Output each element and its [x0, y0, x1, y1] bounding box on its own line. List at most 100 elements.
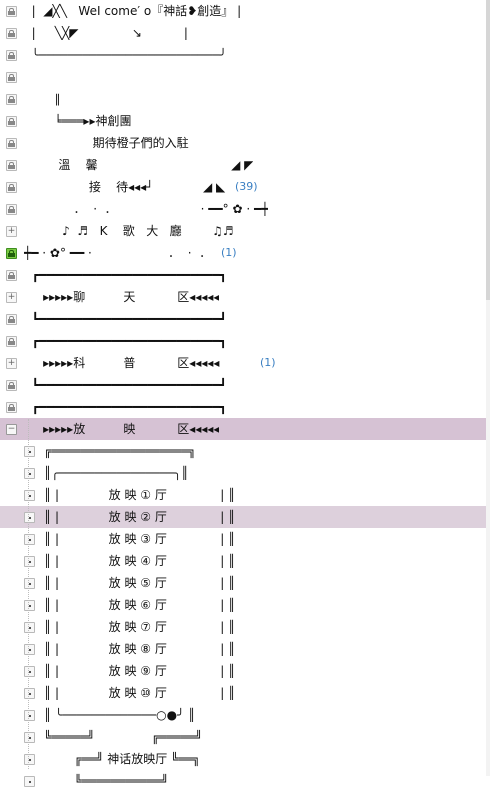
tree-row[interactable]: − ▸▸▸▸▸放 映 区◂◂◂◂◂ — [0, 418, 490, 440]
row-label[interactable]: ╚═══════════╝ — [44, 770, 169, 792]
lock-icon — [6, 72, 17, 83]
reply-count: (1) — [221, 246, 237, 259]
tree-row[interactable]: ┏━━━━━━━━━━━━━━━━━━━━━━━━━┓ — [0, 264, 490, 286]
scrollbar-thumb[interactable] — [486, 0, 490, 300]
leaf-node-icon — [24, 512, 35, 523]
tree-row[interactable]: ╘═══▸▸神創團 — [0, 110, 490, 132]
tree-row[interactable]: ┿━ · ✿° ━━ · ． · ． (1) — [0, 242, 490, 264]
tree-row[interactable]: ╔══╝ 神话放映厅 ╚══╗ — [0, 748, 490, 770]
row-label[interactable]: | ◢╳╲ WeI come′ o『神話❥創造』 | — [24, 0, 242, 22]
tree-row[interactable]: ┏━━━━━━━━━━━━━━━━━━━━━━━━━┓ — [0, 396, 490, 418]
tree-row[interactable]: ║ | 放 映 ② 厅 | ║ — [0, 506, 490, 528]
tree-row[interactable]: ║ ╰─────────────○●╯ ║ — [0, 704, 490, 726]
row-label[interactable]: 期待橙子們的入駐 — [24, 132, 189, 154]
row-label[interactable]: ║ | 放 映 ⑨ 厅 | ║ — [44, 660, 235, 682]
row-label[interactable]: ║ | 放 映 ④ 厅 | ║ — [44, 550, 235, 572]
lock-icon — [6, 160, 17, 171]
lock-icon — [6, 314, 17, 325]
row-label[interactable]: ║╭────────────────╮║ — [44, 462, 189, 484]
row-label[interactable]: ┏━━━━━━━━━━━━━━━━━━━━━━━━━┓ — [24, 330, 227, 352]
row-label[interactable]: ╚═════╝ ╔═════╝ — [44, 726, 202, 748]
tree-row[interactable]: ║ | 放 映 ① 厅 | ║ — [0, 484, 490, 506]
tree-row[interactable] — [0, 66, 490, 88]
lock-icon — [6, 402, 17, 413]
row-label[interactable]: ∥ — [24, 88, 61, 110]
tree-row[interactable]: ╚═══════════╝ — [0, 770, 490, 792]
tree-row[interactable]: ║ | 放 映 ⑤ 厅 | ║ — [0, 572, 490, 594]
tree-row[interactable]: ║╭────────────────╮║ — [0, 462, 490, 484]
leaf-node-icon — [24, 468, 35, 479]
tree-row[interactable]: 溫 馨 ◢ ◤ — [0, 154, 490, 176]
row-label[interactable]: ╘═══▸▸神創團 — [24, 110, 132, 132]
row-label[interactable]: ║ | 放 映 ⑧ 厅 | ║ — [44, 638, 235, 660]
row-label[interactable]: ┗━━━━━━━━━━━━━━━━━━━━━━━━━┛ — [24, 374, 227, 396]
row-label[interactable]: ║ | 放 映 ⑩ 厅 | ║ — [44, 682, 235, 704]
row-label[interactable]: | ╲╳◤ ↘ | — [24, 22, 188, 44]
scrollbar[interactable] — [486, 0, 490, 776]
leaf-node-icon — [24, 688, 35, 699]
tree-row[interactable]: ║ | 放 映 ③ 厅 | ║ — [0, 528, 490, 550]
tree-row[interactable]: ║ | 放 映 ⑩ 厅 | ║ — [0, 682, 490, 704]
tree-row[interactable]: ║ | 放 映 ④ 厅 | ║ — [0, 550, 490, 572]
leaf-node-icon — [24, 622, 35, 633]
tree-row[interactable]: ╰─────────────────────────╯ — [0, 44, 490, 66]
row-label[interactable]: ┏━━━━━━━━━━━━━━━━━━━━━━━━━┓ — [24, 264, 227, 286]
lock-icon — [6, 116, 17, 127]
reply-count: (1) — [260, 356, 276, 369]
row-label[interactable]: ╰─────────────────────────╯ — [24, 44, 227, 66]
row-label[interactable]: ▸▸▸▸▸放 映 区◂◂◂◂◂ — [24, 418, 219, 440]
row-label[interactable]: ┗━━━━━━━━━━━━━━━━━━━━━━━━━┛ — [24, 308, 227, 330]
row-label[interactable]: ． · ． · ━━° ✿ · ━┿ — [24, 198, 269, 220]
tree-row[interactable]: ║ | 放 映 ⑥ 厅 | ║ — [0, 594, 490, 616]
leaf-node-icon — [24, 732, 35, 743]
tree-row[interactable]: ║ | 放 映 ⑦ 厅 | ║ — [0, 616, 490, 638]
lock-icon — [6, 204, 17, 215]
row-label[interactable]: ┿━ · ✿° ━━ · ． · ． — [24, 242, 219, 264]
tree-row[interactable]: ║ | 放 映 ⑨ 厅 | ║ — [0, 660, 490, 682]
tree-row[interactable]: | ◢╳╲ WeI come′ o『神話❥創造』 | — [0, 0, 490, 22]
tree-row[interactable]: ． · ． · ━━° ✿ · ━┿ — [0, 198, 490, 220]
tree-row[interactable]: ╔═══════════════════╗ — [0, 440, 490, 462]
row-label[interactable]: 接 待◂◂◂┘ ◢ ◣ — [24, 176, 233, 198]
row-label[interactable]: 溫 馨 ◢ ◤ — [24, 154, 253, 176]
row-label[interactable]: ┏━━━━━━━━━━━━━━━━━━━━━━━━━┓ — [24, 396, 227, 418]
row-label[interactable]: ║ | 放 映 ⑤ 厅 | ║ — [44, 572, 235, 594]
collapse-icon[interactable]: − — [6, 424, 17, 435]
tree-row[interactable]: 接 待◂◂◂┘ ◢ ◣ (39) — [0, 176, 490, 198]
row-label[interactable]: ╔═══════════════════╗ — [44, 440, 196, 462]
forum-tree: | ◢╳╲ WeI come′ o『神話❥創造』 | | ╲╳◤ ↘ | ╰──… — [0, 0, 490, 792]
tree-row[interactable]: ╚═════╝ ╔═════╝ — [0, 726, 490, 748]
tree-row[interactable]: ║ | 放 映 ⑧ 厅 | ║ — [0, 638, 490, 660]
leaf-node-icon — [24, 578, 35, 589]
tree-row[interactable]: ∥ — [0, 88, 490, 110]
tree-row[interactable]: 期待橙子們的入駐 — [0, 132, 490, 154]
row-label[interactable]: ║ ╰─────────────○●╯ ║ — [44, 704, 195, 726]
row-label[interactable]: ♪ ♬ K 歌 大 廳 ♫♬ — [24, 220, 234, 242]
row-label[interactable]: ▸▸▸▸▸聊 天 区◂◂◂◂◂ — [24, 286, 219, 308]
tree-row[interactable]: ┗━━━━━━━━━━━━━━━━━━━━━━━━━┛ — [0, 308, 490, 330]
leaf-node-icon — [24, 666, 35, 677]
lock-icon — [6, 50, 17, 61]
row-label[interactable]: ║ | 放 映 ⑥ 厅 | ║ — [44, 594, 235, 616]
tree-row[interactable]: | ╲╳◤ ↘ | — [0, 22, 490, 44]
tree-row[interactable]: ┏━━━━━━━━━━━━━━━━━━━━━━━━━┓ — [0, 330, 490, 352]
row-label[interactable]: ║ | 放 映 ② 厅 | ║ — [44, 506, 235, 528]
row-label[interactable]: ║ | 放 映 ⑦ 厅 | ║ — [44, 616, 235, 638]
expand-icon[interactable]: + — [6, 292, 17, 303]
expand-icon[interactable]: + — [6, 358, 17, 369]
tree-row[interactable]: + ▸▸▸▸▸聊 天 区◂◂◂◂◂ — [0, 286, 490, 308]
row-label[interactable]: ╔══╝ 神话放映厅 ╚══╗ — [44, 748, 200, 770]
tree-row[interactable]: + ♪ ♬ K 歌 大 廳 ♫♬ — [0, 220, 490, 242]
lock-icon — [6, 336, 17, 347]
row-label[interactable]: ▸▸▸▸▸科 普 区◂◂◂◂◂ — [24, 352, 258, 374]
row-label[interactable]: ║ | 放 映 ③ 厅 | ║ — [44, 528, 235, 550]
leaf-node-icon — [24, 776, 35, 787]
lock-icon — [6, 182, 17, 193]
lock-icon — [6, 270, 17, 281]
lock-icon — [6, 6, 17, 17]
expand-icon[interactable]: + — [6, 226, 17, 237]
tree-row[interactable]: ┗━━━━━━━━━━━━━━━━━━━━━━━━━┛ — [0, 374, 490, 396]
tree-row[interactable]: + ▸▸▸▸▸科 普 区◂◂◂◂◂ (1) — [0, 352, 490, 374]
row-label[interactable]: ║ | 放 映 ① 厅 | ║ — [44, 484, 235, 506]
leaf-node-icon — [24, 754, 35, 765]
